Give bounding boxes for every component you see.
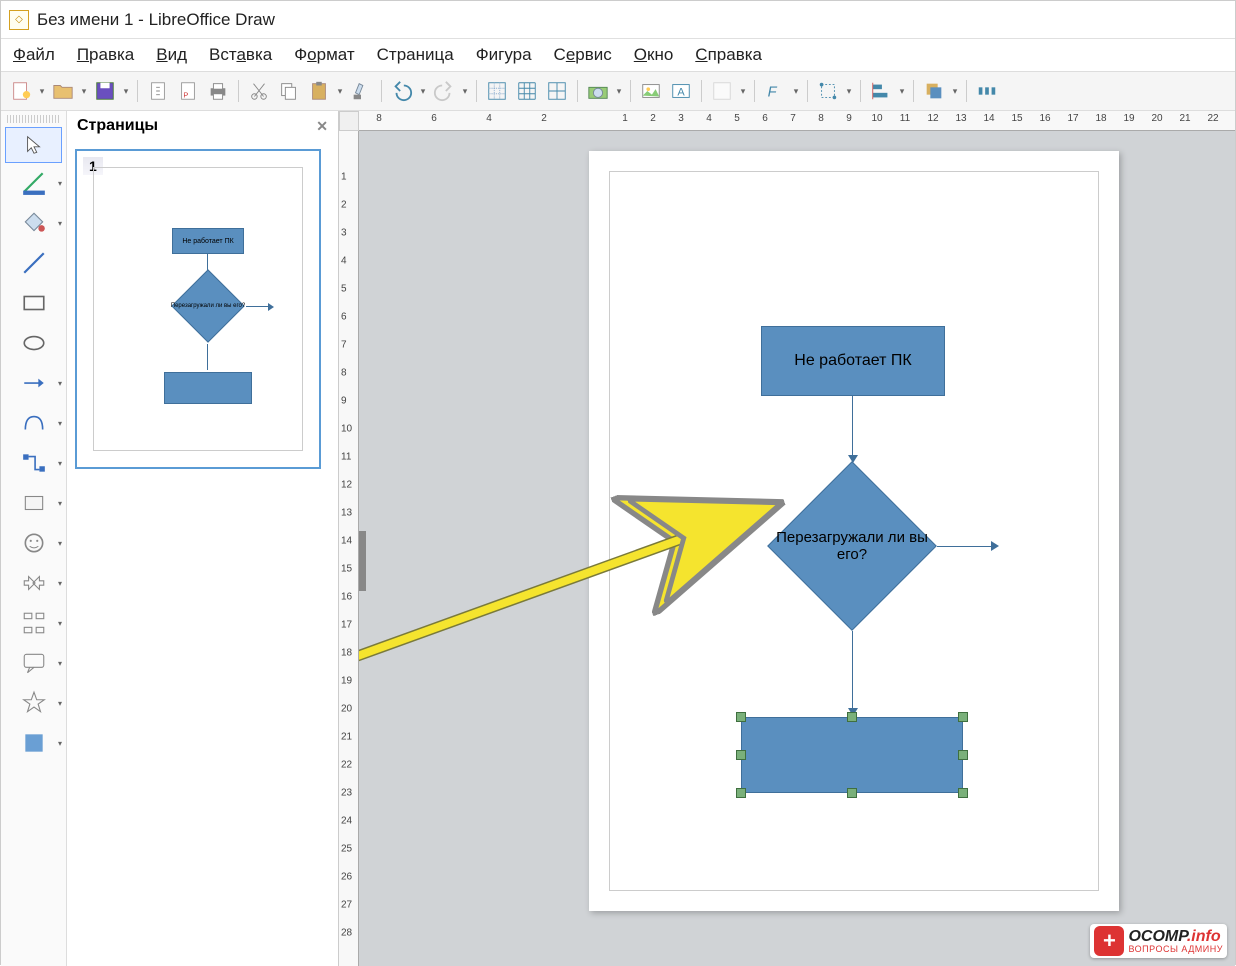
fontwork-button[interactable]: F	[761, 77, 789, 105]
watermark: + OCOMP.info ВОПРОСЫ АДМИНУ	[1090, 924, 1227, 958]
open-button[interactable]	[49, 77, 77, 105]
arrange-button[interactable]	[920, 77, 948, 105]
panel-collapse-handle[interactable]	[359, 531, 366, 591]
arrange-dropdown[interactable]: ▾	[950, 86, 960, 97]
page-thumbnail-1[interactable]: 1 Не работает ПК Перезагружали ли вы его…	[75, 149, 321, 469]
select-tool[interactable]	[5, 127, 62, 163]
insert-special-dropdown[interactable]: ▾	[738, 86, 748, 97]
undo-button[interactable]	[388, 77, 416, 105]
symbol-shapes-tool[interactable]: ▾	[1, 523, 66, 563]
zoom-dropdown[interactable]: ▾	[614, 86, 624, 97]
thumb-box2	[164, 372, 252, 404]
rectangle-tool[interactable]	[1, 283, 66, 323]
window-title: Без имени 1 - LibreOffice Draw	[37, 10, 275, 30]
snap-grid-button[interactable]	[513, 77, 541, 105]
block-arrows-tool[interactable]: ▾	[1, 563, 66, 603]
flowchart-tool[interactable]: ▾	[1, 603, 66, 643]
save-dropdown[interactable]: ▾	[121, 86, 131, 97]
ellipse-tool[interactable]	[1, 323, 66, 363]
vertical-ruler[interactable]: 1234567891011121314151617181920212223242…	[339, 131, 359, 966]
drawing-canvas[interactable]: Не работает ПК Перезагружали ли вы его?	[359, 131, 1235, 966]
fill-color-tool[interactable]: ▾	[1, 203, 66, 243]
undo-dropdown[interactable]: ▾	[418, 86, 428, 97]
zoom-button[interactable]	[584, 77, 612, 105]
stars-tool[interactable]: ▾	[1, 683, 66, 723]
thumb-decision: Перезагружали ли вы его?	[170, 268, 246, 344]
copy-button[interactable]	[275, 77, 303, 105]
basic-shapes-tool[interactable]: ▾	[1, 483, 66, 523]
ruler-corner	[339, 111, 359, 131]
3d-tool[interactable]: ▾	[1, 723, 66, 763]
menu-page[interactable]: Страница	[377, 45, 454, 65]
menu-format[interactable]: Формат	[294, 45, 354, 65]
insert-special-button[interactable]	[708, 77, 736, 105]
new-doc-dropdown[interactable]: ▾	[37, 86, 47, 97]
redo-button[interactable]	[430, 77, 458, 105]
clone-format-button[interactable]	[347, 77, 375, 105]
arrow-lines-tool[interactable]: ▾	[1, 363, 66, 403]
flowchart-box-selected[interactable]	[741, 717, 963, 793]
selection-handle[interactable]	[736, 712, 746, 722]
print-button[interactable]	[204, 77, 232, 105]
selection-handle[interactable]	[736, 750, 746, 760]
open-dropdown[interactable]: ▾	[79, 86, 89, 97]
align-button[interactable]	[867, 77, 895, 105]
pages-panel: Страницы ✕ 1 Не работает ПК Перезагружал…	[67, 111, 339, 966]
flowchart-decision[interactable]: Перезагружали ли вы его?	[767, 461, 937, 631]
paste-button[interactable]	[305, 77, 333, 105]
menu-bar: Файл Правка Вид Вставка Формат Страница …	[1, 39, 1235, 71]
pages-panel-title: Страницы	[77, 117, 158, 135]
watermark-plus-icon: +	[1094, 926, 1124, 956]
thumb-box1: Не работает ПК	[172, 228, 244, 254]
cut-button[interactable]	[245, 77, 273, 105]
selection-handle[interactable]	[958, 750, 968, 760]
app-icon: ◇	[9, 10, 29, 30]
save-button[interactable]	[91, 77, 119, 105]
menu-window[interactable]: Окно	[634, 45, 674, 65]
transform-dropdown[interactable]: ▾	[844, 86, 854, 97]
selection-handle[interactable]	[958, 712, 968, 722]
menu-view[interactable]: Вид	[156, 45, 187, 65]
selection-handle[interactable]	[958, 788, 968, 798]
menu-file[interactable]: Файл	[13, 45, 55, 65]
line-tool[interactable]	[1, 243, 66, 283]
export-pdf-button[interactable]: P	[174, 77, 202, 105]
redo-dropdown[interactable]: ▾	[460, 86, 470, 97]
export-button[interactable]	[144, 77, 172, 105]
selection-handle[interactable]	[736, 788, 746, 798]
fontwork-dropdown[interactable]: ▾	[791, 86, 801, 97]
flowchart-box-start[interactable]: Не работает ПК	[761, 326, 945, 396]
line-color-tool[interactable]: ▾	[1, 163, 66, 203]
paste-dropdown[interactable]: ▾	[335, 86, 345, 97]
selection-handle[interactable]	[847, 712, 857, 722]
menu-edit[interactable]: Правка	[77, 45, 134, 65]
guides-button[interactable]	[543, 77, 571, 105]
page-sheet: Не работает ПК Перезагружали ли вы его?	[589, 151, 1119, 911]
selection-handle[interactable]	[847, 788, 857, 798]
curve-tool[interactable]: ▾	[1, 403, 66, 443]
drawing-toolbar: ▾ ▾ ▾ ▾ ▾ ▾ ▾ ▾ ▾ ▾ ▾ ▾	[1, 111, 67, 966]
svg-text:A: A	[677, 87, 685, 99]
callout-tool[interactable]: ▾	[1, 643, 66, 683]
watermark-suffix: .info	[1187, 928, 1221, 945]
menu-insert[interactable]: Вставка	[209, 45, 272, 65]
connector-tool[interactable]: ▾	[1, 443, 66, 483]
pages-panel-close-icon[interactable]: ✕	[316, 118, 328, 135]
svg-text:F: F	[768, 85, 778, 101]
standard-toolbar: ▾ ▾ ▾ P ▾ ▾ ▾ ▾ A ▾ F ▾ ▾ ▾ ▾	[1, 71, 1235, 111]
menu-shape[interactable]: Фигура	[476, 45, 532, 65]
grid-button[interactable]	[483, 77, 511, 105]
distribute-button[interactable]	[973, 77, 1001, 105]
align-dropdown[interactable]: ▾	[897, 86, 907, 97]
new-doc-button[interactable]	[7, 77, 35, 105]
menu-tools[interactable]: Сервис	[554, 45, 612, 65]
transform-button[interactable]	[814, 77, 842, 105]
svg-text:P: P	[183, 90, 188, 99]
watermark-sub: ВОПРОСЫ АДМИНУ	[1128, 945, 1223, 954]
insert-textbox-button[interactable]: A	[667, 77, 695, 105]
menu-help[interactable]: Справка	[695, 45, 762, 65]
horizontal-ruler[interactable]: 8642 12345678910111213141516171819202122	[359, 111, 1235, 131]
insert-image-button[interactable]	[637, 77, 665, 105]
watermark-main: OCOMP	[1128, 928, 1186, 945]
